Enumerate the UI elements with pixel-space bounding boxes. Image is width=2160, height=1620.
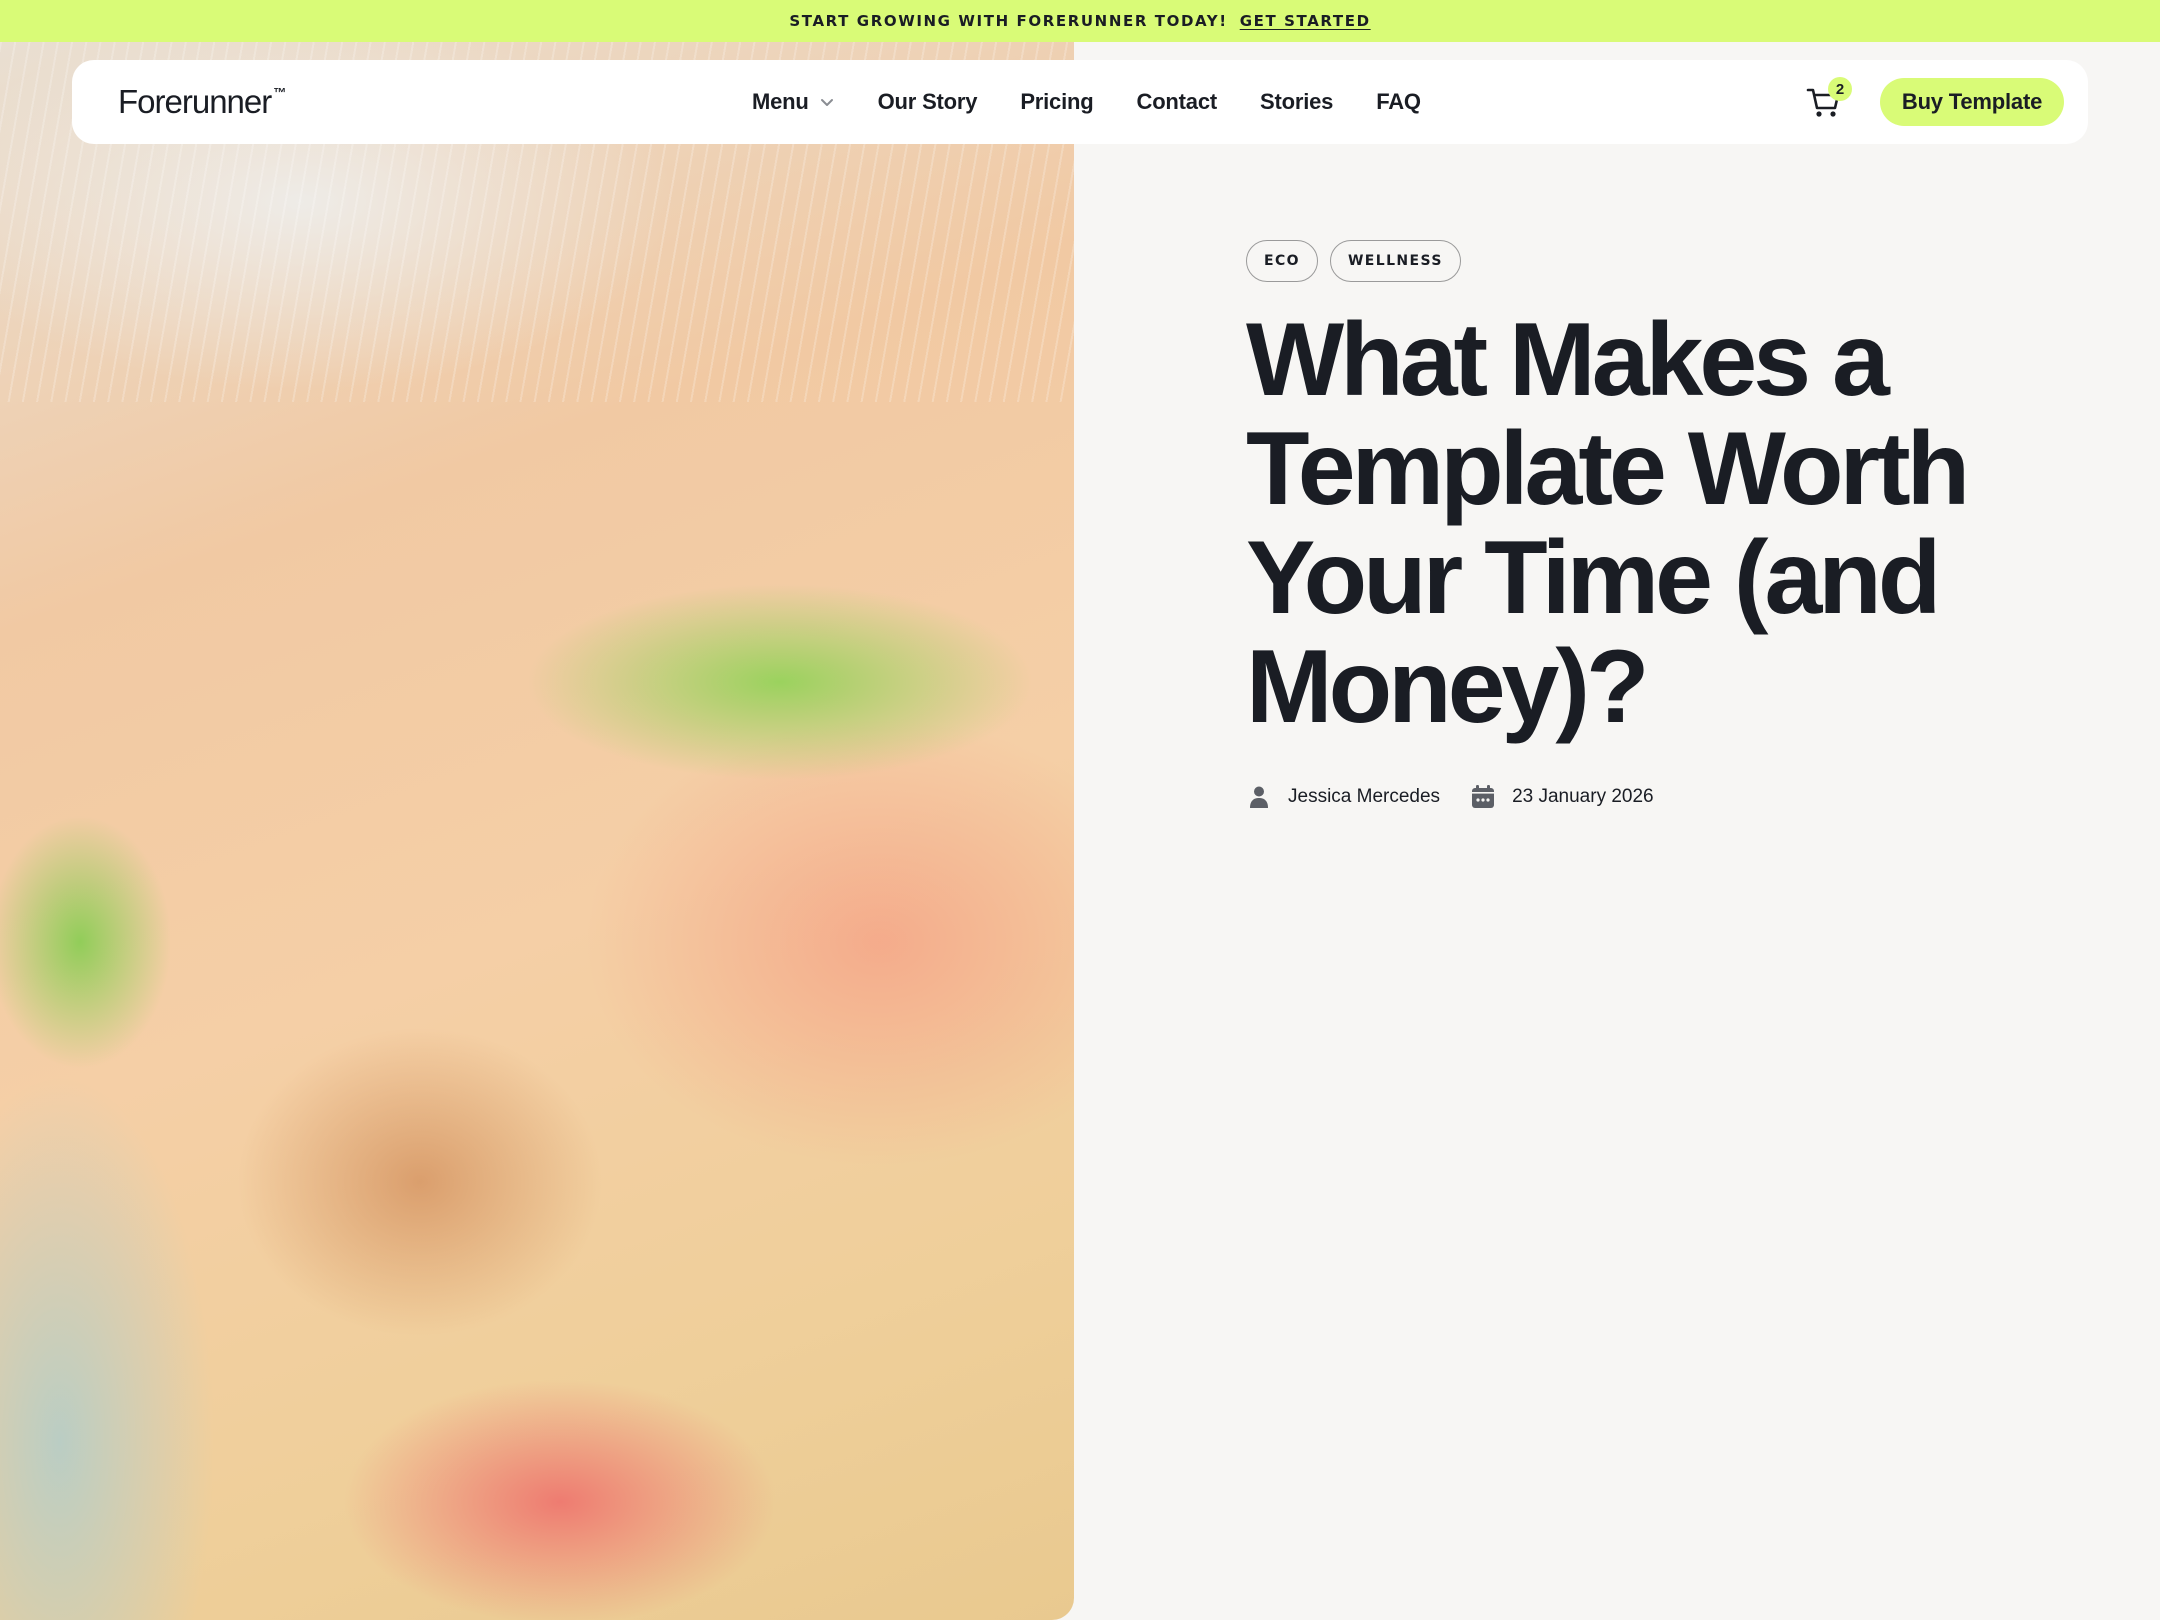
tag-eco[interactable]: ECO bbox=[1246, 240, 1318, 282]
buy-template-button[interactable]: Buy Template bbox=[1880, 78, 2064, 126]
article-meta: Jessica Mercedes 23 January 2026 bbox=[1246, 780, 1654, 814]
announcement-bar: START GROWING WITH FORERUNNER TODAY! GET… bbox=[0, 0, 2160, 42]
main-nav: Menu Our Story Pricing Contact Stories F… bbox=[752, 60, 1421, 144]
tag-wellness[interactable]: WELLNESS bbox=[1329, 240, 1461, 282]
announcement-text: START GROWING WITH FORERUNNER TODAY! bbox=[789, 12, 1228, 30]
article-tags: ECO WELLNESS bbox=[1246, 240, 1461, 282]
nav-item-contact[interactable]: Contact bbox=[1137, 89, 1218, 115]
nav-item-pricing[interactable]: Pricing bbox=[1020, 89, 1093, 115]
nav-item-menu[interactable]: Menu bbox=[752, 89, 835, 115]
calendar-icon bbox=[1472, 785, 1495, 808]
cart-count-badge: 2 bbox=[1828, 77, 1852, 101]
author-meta: Jessica Mercedes bbox=[1246, 784, 1440, 810]
logo[interactable]: Forerunner ™ bbox=[118, 83, 286, 121]
chevron-down-icon bbox=[820, 99, 833, 106]
publish-date: 23 January 2026 bbox=[1512, 786, 1654, 807]
get-started-link[interactable]: GET STARTED bbox=[1240, 12, 1371, 30]
logo-text: Forerunner bbox=[118, 83, 272, 120]
article-title: What Makes a Template Worth Your Time (a… bbox=[1246, 302, 1970, 745]
nav-item-menu-label: Menu bbox=[752, 89, 809, 114]
nav-item-faq[interactable]: FAQ bbox=[1376, 89, 1421, 115]
nav-item-our-story[interactable]: Our Story bbox=[878, 89, 978, 115]
logo-trademark: ™ bbox=[273, 85, 286, 100]
nav-item-stories[interactable]: Stories bbox=[1260, 89, 1333, 115]
site-header: Forerunner ™ Menu Our Story Pricing Conta… bbox=[72, 60, 2088, 144]
author-name[interactable]: Jessica Mercedes bbox=[1288, 786, 1440, 808]
date-meta: 23 January 2026 bbox=[1470, 784, 1654, 810]
person-icon bbox=[1250, 786, 1268, 808]
hero-image bbox=[0, 42, 1074, 1620]
